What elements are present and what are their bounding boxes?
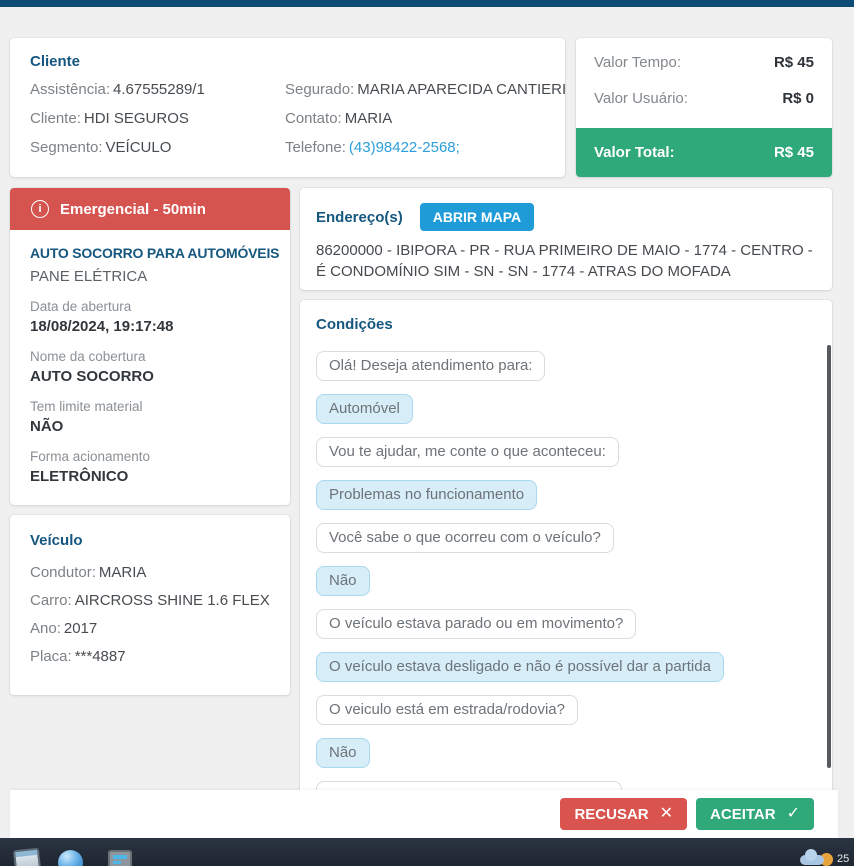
client-fields-right: Segurado: MARIA APARECIDA CANTIERI Contat… xyxy=(285,81,567,168)
weather-temp-text: 25 xyxy=(837,853,850,865)
app-window-icon[interactable] xyxy=(108,850,132,866)
segment-row: Segmento: VEÍCULO xyxy=(30,139,172,156)
chat-message: O veículo estava parado ou em movimento? xyxy=(316,609,637,639)
material-limit-field: Tem limite material NÃO xyxy=(30,399,143,435)
browser-globe-icon[interactable] xyxy=(58,850,83,866)
vehicle-card: Veículo Condutor: MARIA Carro: AIRCROSS SH… xyxy=(10,515,290,695)
activation-mode-field: Forma acionamento ELETRÔNICO xyxy=(30,449,151,485)
value-user-row: Valor Usuário: R$ 0 xyxy=(594,90,814,107)
chat-message: O veiculo está em estrada/rodovia? xyxy=(316,695,578,725)
chat-message: Não xyxy=(316,738,370,768)
car-row: Carro: AIRCROSS SHINE 1.6 FLEX xyxy=(30,592,270,609)
opening-date-field: Data de abertura 18/08/2024, 19:17:48 xyxy=(30,299,174,335)
vehicle-card-title: Veículo xyxy=(30,532,83,549)
plate-row: Placa: ***4887 xyxy=(30,648,126,665)
open-map-button[interactable]: ABRIR MAPA xyxy=(419,203,535,231)
reject-button[interactable]: RECUSAR ✕ xyxy=(560,798,688,830)
top-accent-bar xyxy=(0,0,854,7)
info-icon: i xyxy=(31,200,49,218)
check-icon: ✓ xyxy=(786,805,800,822)
cloud-icon xyxy=(800,849,824,865)
chat-message: Não xyxy=(316,566,370,596)
client-row: Cliente: HDI SEGUROS xyxy=(30,110,189,127)
insured-row: Segurado: MARIA APARECIDA CANTIERI xyxy=(285,81,567,98)
phone-link[interactable]: (43)98422-2568; xyxy=(349,139,460,156)
values-card: Valor Tempo: R$ 45 Valor Usuário: R$ 0 V… xyxy=(576,38,832,177)
os-taskbar: 25 xyxy=(0,838,854,866)
chat-message: Automóvel xyxy=(316,394,413,424)
assistance-row: Assistência: 4.67555289/1 xyxy=(30,81,205,98)
folder-icon[interactable] xyxy=(12,847,42,866)
address-card-title: Endereço(s) xyxy=(316,208,403,226)
phone-row: Telefone: (43)98422-2568; xyxy=(285,139,460,156)
accept-button[interactable]: ACEITAR ✓ xyxy=(696,798,814,830)
address-card: Endereço(s) ABRIR MAPA 86200000 - IBIPOR… xyxy=(300,188,832,290)
client-card: Cliente Assistência: 4.67555289/1 Cliente… xyxy=(10,38,567,177)
service-card: i Emergencial - 50min AUTO SOCORRO PARA … xyxy=(10,188,290,505)
year-row: Ano: 2017 xyxy=(30,620,98,637)
chat-message: Problemas no funcionamento xyxy=(316,480,538,510)
weather-widget[interactable]: 25 xyxy=(800,849,849,866)
chat-scrollbar-thumb[interactable] xyxy=(827,345,831,768)
chat-message: Vou te ajudar, me conte o que aconteceu: xyxy=(316,437,619,467)
service-subtitle: PANE ELÉTRICA xyxy=(30,268,148,285)
contact-row: Contato: MARIA xyxy=(285,110,393,127)
close-icon: ✕ xyxy=(659,805,674,822)
coverage-name-field: Nome da cobertura AUTO SOCORRO xyxy=(30,349,154,385)
address-text: 86200000 - IBIPORA - PR - RUA PRIMEIRO D… xyxy=(316,242,813,280)
client-fields-left: Assistência: 4.67555289/1 Cliente: HDI SEG… xyxy=(30,81,285,168)
chat-message: Você sabe o que ocorreu com o veículo? xyxy=(316,523,614,553)
client-card-title: Cliente xyxy=(30,53,81,70)
emergency-banner: i Emergencial - 50min xyxy=(10,188,290,230)
driver-row: Condutor: MARIA xyxy=(30,564,147,581)
value-total-bar: Valor Total: R$ 45 xyxy=(576,128,832,177)
chat-message: Olá! Deseja atendimento para: xyxy=(316,351,546,381)
emergency-banner-label: Emergencial - 50min xyxy=(60,200,206,218)
value-time-row: Valor Tempo: R$ 45 xyxy=(594,54,814,71)
action-footer: RECUSAR ✕ ACEITAR ✓ xyxy=(10,790,838,838)
conditions-card: Condições Olá! Deseja atendimento para: … xyxy=(300,300,832,797)
conditions-card-title: Condições xyxy=(316,316,393,333)
service-title: AUTO SOCORRO PARA AUTOMÓVEIS xyxy=(30,245,280,261)
chat-message: O veículo estava desligado e não é possí… xyxy=(316,652,724,682)
